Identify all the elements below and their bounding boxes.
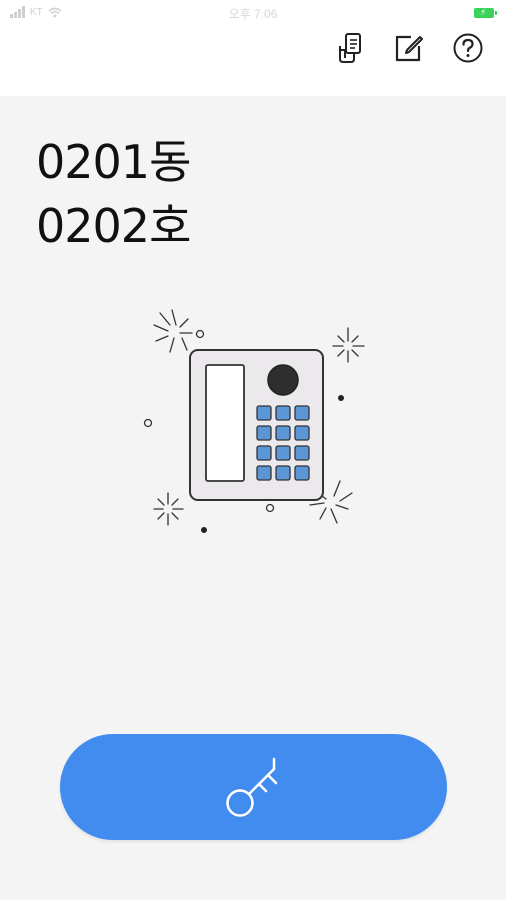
sparkle-icon [153, 492, 184, 526]
help-icon[interactable] [451, 31, 485, 65]
intercom-illustration [143, 309, 365, 533]
battery-icon: ⚡ [474, 8, 497, 18]
history-icon[interactable] [333, 31, 367, 65]
dong-label: 0201동 [36, 135, 191, 189]
status-time: 오후 7:06 [228, 7, 278, 21]
ho-label: 0202호 [36, 199, 191, 253]
header-bar [0, 26, 506, 96]
sparkle-icon [153, 309, 193, 353]
status-bar: KT 오후 7:06 ⚡ [0, 0, 506, 26]
sparkle-icon [332, 327, 365, 363]
edit-icon[interactable] [391, 31, 425, 65]
open-door-button[interactable] [60, 734, 447, 840]
key-icon [225, 757, 277, 817]
